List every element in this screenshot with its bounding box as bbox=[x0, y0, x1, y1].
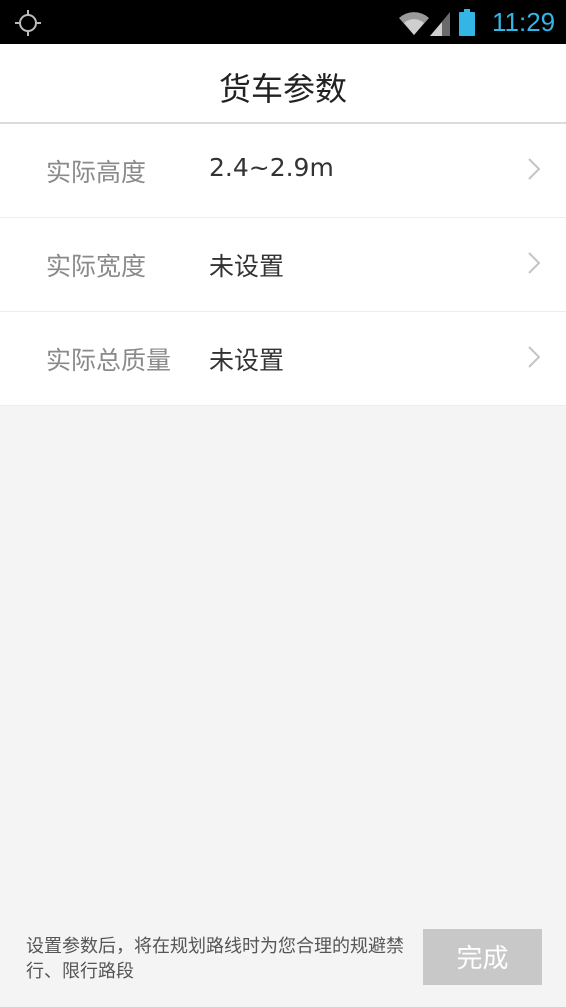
param-label: 实际总质量 bbox=[46, 346, 172, 375]
param-row-weight[interactable]: 实际总质量 未设置 bbox=[0, 312, 566, 406]
chevron-right-icon bbox=[528, 158, 540, 180]
done-button[interactable]: 完成 bbox=[423, 929, 542, 985]
status-bar: 11:29 bbox=[0, 0, 566, 44]
footer-note: 设置参数后，将在规划路线时为您合理的规避禁行、限行路段 bbox=[26, 936, 404, 982]
battery-icon bbox=[459, 9, 475, 36]
page-title: 货车参数 bbox=[218, 70, 347, 108]
title-bar: 货车参数 bbox=[0, 44, 566, 124]
app-screen: 11:29 货车参数 实际高度 2.4~2.9m 实际宽度 未设置 实际总质量 … bbox=[0, 0, 566, 1007]
param-row-height[interactable]: 实际高度 2.4~2.9m bbox=[0, 124, 566, 218]
param-row-width[interactable]: 实际宽度 未设置 bbox=[0, 218, 566, 312]
signal-icon bbox=[430, 12, 450, 36]
param-value: 2.4~2.9m bbox=[209, 153, 334, 182]
param-label: 实际高度 bbox=[46, 158, 147, 187]
crosshair-icon bbox=[15, 10, 41, 36]
param-value: 未设置 bbox=[209, 252, 285, 281]
truck-params-list: 实际高度 2.4~2.9m 实际宽度 未设置 实际总质量 未设置 bbox=[0, 124, 566, 406]
wifi-icon bbox=[399, 12, 429, 35]
status-time: 11:29 bbox=[492, 7, 556, 37]
param-label: 实际宽度 bbox=[46, 252, 147, 281]
chevron-right-icon bbox=[528, 346, 540, 368]
chevron-right-icon bbox=[528, 252, 540, 274]
param-value: 未设置 bbox=[209, 346, 285, 375]
